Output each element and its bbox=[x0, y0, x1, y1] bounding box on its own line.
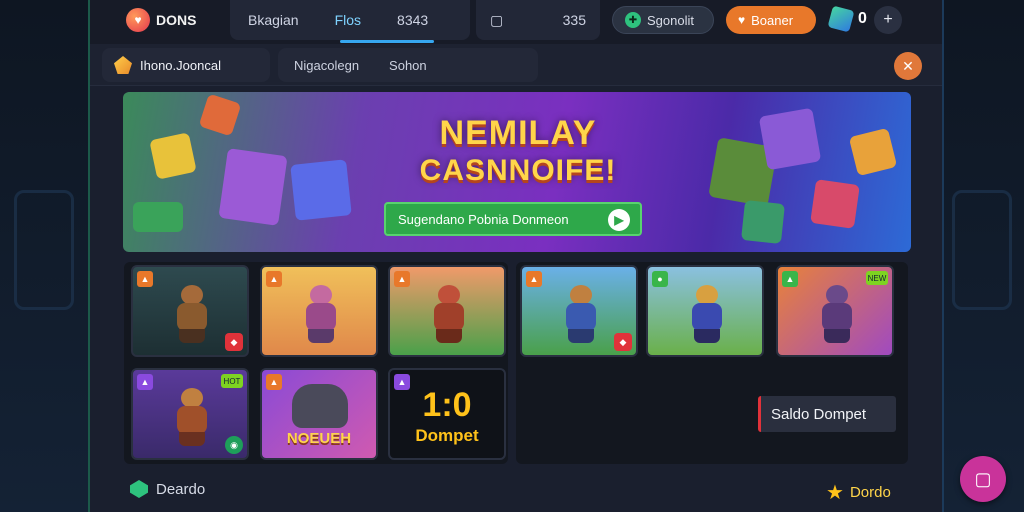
banner-cta-button[interactable]: Sugendano Pobnia Donmeon ▶ bbox=[384, 202, 642, 236]
footer-left[interactable]: Deardo bbox=[130, 480, 205, 498]
block-decoration bbox=[133, 202, 183, 232]
sub-nav-bar: Ihono.Jooncal Nigacolegn Sohon ✕ bbox=[90, 44, 942, 86]
character-art bbox=[298, 285, 344, 345]
arrow-right-icon: ▶ bbox=[608, 209, 630, 231]
block-decoration bbox=[810, 179, 860, 229]
game-badge: ▲ bbox=[137, 271, 153, 287]
tab-search[interactable]: Sohon bbox=[389, 58, 427, 73]
promo-banner[interactable]: NEMILAY CASNNOIFE! Sugendano Pobnia Donm… bbox=[123, 92, 911, 252]
chat-button[interactable]: ▢ bbox=[960, 456, 1006, 502]
game-badge: ▲ bbox=[394, 271, 410, 287]
game-badge: ▲ bbox=[266, 271, 282, 287]
character-art bbox=[684, 285, 730, 345]
wallet-balance-label[interactable]: Saldo Dompet bbox=[758, 396, 896, 432]
chat-icon: ▢ bbox=[974, 468, 992, 489]
hex-decoration bbox=[14, 190, 74, 310]
gem-icon bbox=[130, 480, 148, 498]
game-tile[interactable]: ▲ HOT ◉ bbox=[131, 368, 249, 460]
game-title: NOEUEH bbox=[286, 430, 352, 447]
footer-right[interactable]: ★ Dordo bbox=[826, 480, 891, 505]
sub-tabs: Nigacolegn Sohon bbox=[278, 48, 538, 82]
heart-icon: ♥ bbox=[738, 13, 746, 27]
left-backdrop bbox=[0, 0, 90, 512]
footer-left-label: Deardo bbox=[156, 480, 206, 498]
hot-badge: HOT bbox=[221, 374, 243, 388]
star-icon: ★ bbox=[826, 482, 844, 504]
footer-right-label: Dordo bbox=[849, 484, 891, 501]
block-decoration bbox=[149, 132, 197, 180]
promo-label: Sgonolit bbox=[647, 12, 694, 28]
app-window: ♥ DONS Bkagian Flos 8343 ▢ 335 ✚ Sgonoli… bbox=[90, 0, 942, 512]
game-tile[interactable]: ▲ bbox=[260, 265, 378, 357]
game-badge: ▲ bbox=[266, 374, 282, 390]
logo-text: DONS bbox=[156, 12, 197, 28]
game-tile[interactable]: ▲ NOEUEH bbox=[260, 368, 378, 460]
banner-title-line2: CASNNOIFE! bbox=[419, 154, 617, 187]
banner-cta-label: Sugendano Pobnia Donmeon bbox=[398, 211, 569, 227]
character-art bbox=[558, 285, 604, 345]
trophy-icon bbox=[114, 56, 132, 74]
game-corner-badge: ◆ bbox=[225, 333, 243, 351]
active-tab-indicator bbox=[340, 40, 434, 43]
hex-decoration bbox=[952, 190, 1012, 310]
game-tile[interactable]: ▲ 1:0 Dompet bbox=[388, 368, 506, 460]
wolf-art bbox=[292, 384, 348, 428]
new-badge: NEW bbox=[866, 271, 888, 285]
banner-title: NEMILAY CASNNOIFE! bbox=[403, 114, 633, 190]
character-art bbox=[169, 285, 215, 345]
character-art bbox=[814, 285, 860, 345]
bonus-label: Boaner bbox=[751, 12, 794, 28]
game-tile[interactable]: ▲ ◆ bbox=[131, 265, 249, 357]
character-art bbox=[426, 285, 472, 345]
nav-item-335[interactable]: 335 bbox=[563, 12, 586, 28]
promo-icon: ✚ bbox=[625, 12, 641, 28]
tab-main[interactable]: Ihono.Jooncal bbox=[102, 48, 270, 82]
game-jackpot-label: Dompet bbox=[415, 426, 479, 445]
nav-item-flos[interactable]: Flos bbox=[317, 12, 379, 28]
block-decoration bbox=[741, 200, 785, 244]
main-nav: Bkagian Flos 8343 bbox=[230, 0, 470, 40]
tools-button[interactable]: ✕ bbox=[894, 52, 922, 80]
block-decoration bbox=[758, 107, 822, 171]
game-jackpot-value: 1:0 bbox=[422, 386, 472, 424]
promo-button[interactable]: ✚ Sgonolit bbox=[612, 6, 714, 34]
bag-icon[interactable]: ▢ bbox=[490, 12, 503, 29]
add-coins-button[interactable]: + bbox=[874, 6, 902, 34]
bonus-button[interactable]: ♥ Boaner bbox=[726, 6, 816, 34]
block-decoration bbox=[218, 148, 288, 226]
block-decoration bbox=[198, 93, 242, 137]
block-decoration bbox=[290, 159, 352, 221]
game-tile[interactable]: ▲ ◆ bbox=[520, 265, 638, 357]
game-tile[interactable]: ● bbox=[646, 265, 764, 357]
game-tile[interactable]: ▲ NEW bbox=[776, 265, 894, 357]
game-badge: ▲ bbox=[526, 271, 542, 287]
nav-item-8343[interactable]: 8343 bbox=[379, 12, 446, 28]
game-badge: ● bbox=[652, 271, 668, 287]
game-badge: ▲ bbox=[782, 271, 798, 287]
banner-title-line1: NEMILAY bbox=[439, 114, 597, 152]
game-corner-badge: ◉ bbox=[225, 436, 243, 454]
right-backdrop bbox=[942, 0, 1024, 512]
tab-navigation[interactable]: Nigacolegn bbox=[294, 58, 359, 73]
game-corner-badge: ◆ bbox=[614, 333, 632, 351]
nav-item-bkagian[interactable]: Bkagian bbox=[230, 12, 317, 28]
top-bar: ♥ DONS Bkagian Flos 8343 ▢ 335 ✚ Sgonoli… bbox=[90, 0, 942, 44]
game-badge: ▲ bbox=[137, 374, 153, 390]
logo-icon: ♥ bbox=[126, 8, 150, 32]
secondary-nav: ▢ 335 bbox=[476, 0, 600, 40]
coin-count: 0 bbox=[858, 10, 867, 27]
logo[interactable]: ♥ DONS bbox=[126, 8, 196, 32]
character-art bbox=[169, 388, 215, 448]
gem-icon bbox=[827, 5, 855, 33]
game-tile[interactable]: ▲ bbox=[388, 265, 506, 357]
tab-main-label: Ihono.Jooncal bbox=[140, 57, 221, 73]
block-decoration bbox=[848, 127, 898, 177]
